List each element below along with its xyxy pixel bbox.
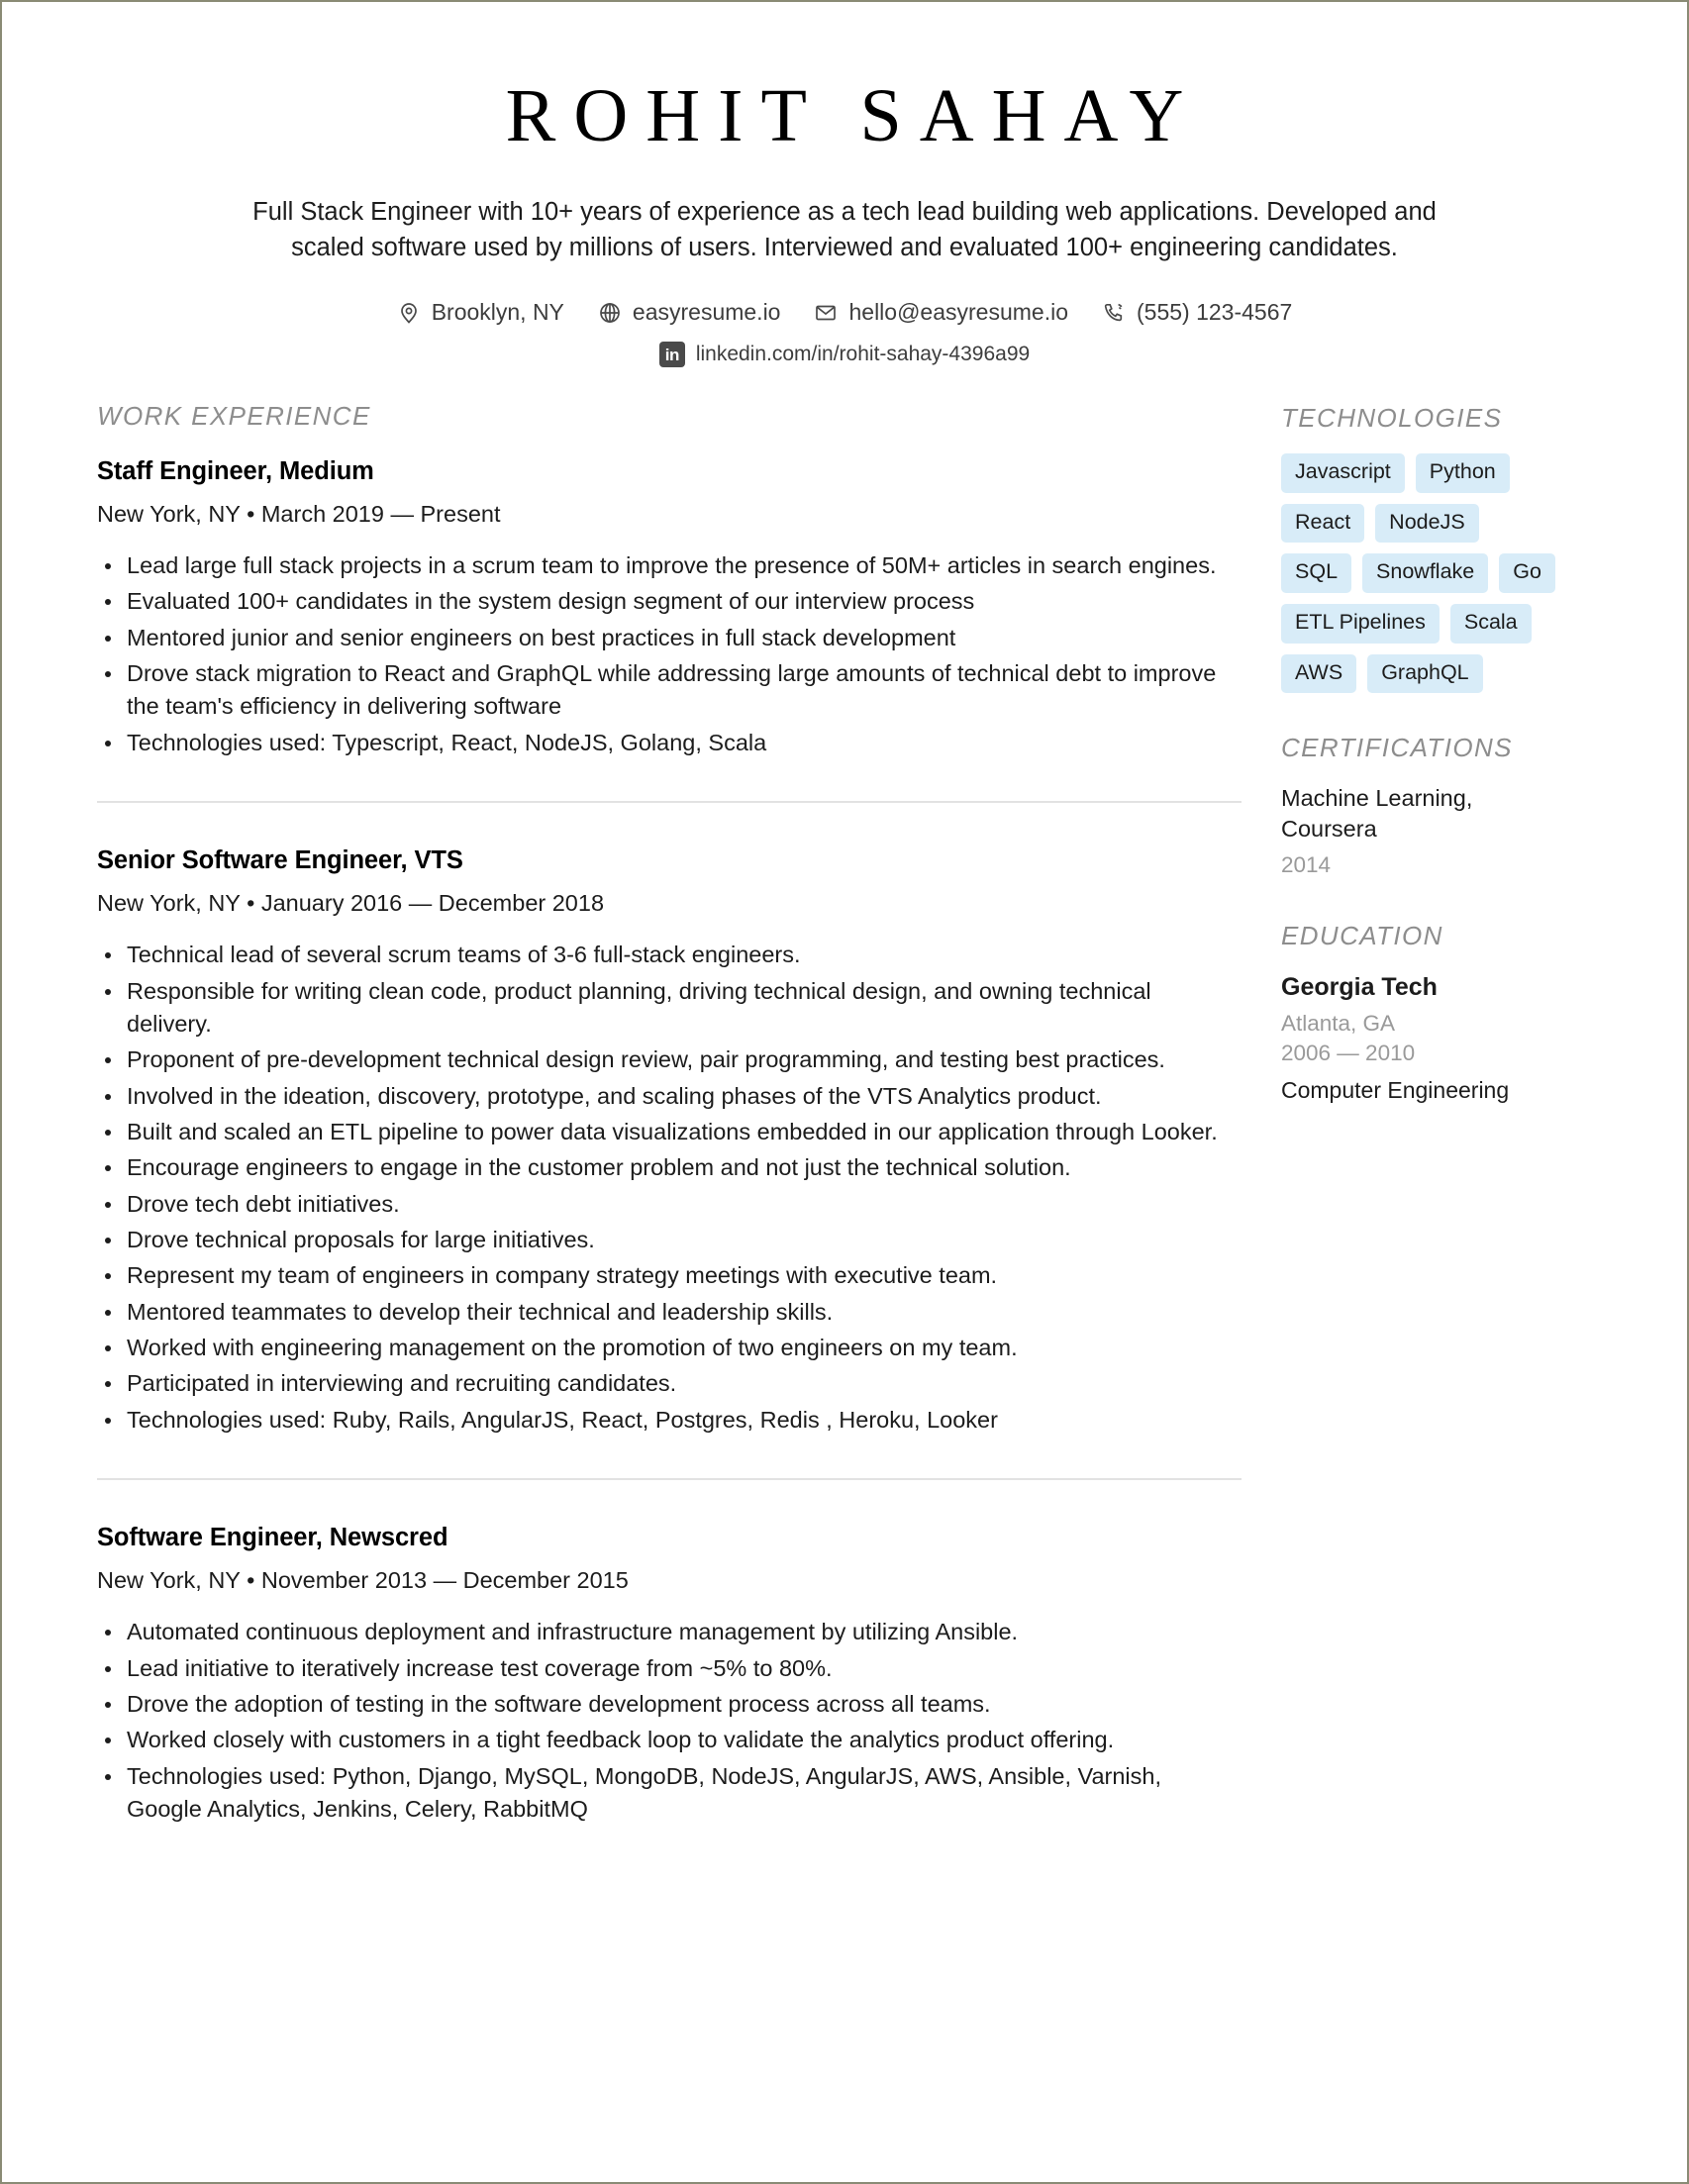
job-bullet: Represent my team of engineers in compan…	[97, 1259, 1242, 1292]
job-bullet: Involved in the ideation, discovery, pro…	[97, 1080, 1242, 1113]
job-bullet-list: Lead large full stack projects in a scru…	[97, 549, 1242, 759]
technology-tag[interactable]: Javascript	[1281, 453, 1405, 493]
job-title: Senior Software Engineer, VTS	[97, 846, 463, 875]
job-bullet: Mentored junior and senior engineers on …	[97, 622, 1242, 654]
job-title: Software Engineer, Newscred	[97, 1524, 448, 1552]
job-meta: New York, NY • January 2016 — December 2…	[97, 890, 605, 917]
job-bullet: Mentored teammates to develop their tech…	[97, 1296, 1242, 1329]
section-heading-work-experience: WORK EXPERIENCE	[97, 401, 371, 431]
resume-body: WORK EXPERIENCE Staff Engineer, Medium N…	[97, 401, 1592, 1829]
job-bullet: Drove tech debt initiatives.	[97, 1188, 1242, 1221]
technology-tag[interactable]: React	[1281, 503, 1365, 544]
contact-website-label: easyresume.io	[632, 299, 781, 325]
contact-location[interactable]: Brooklyn, NY	[397, 299, 564, 326]
page-title: ROHIT SAHAY	[505, 74, 1202, 157]
contact-location-label: Brooklyn, NY	[431, 299, 564, 325]
technology-tag[interactable]: Snowflake	[1362, 553, 1489, 593]
contact-website[interactable]: easyresume.io	[598, 299, 781, 326]
contact-linkedin[interactable]: in linkedin.com/in/rohit-sahay-4396a99	[658, 342, 1031, 367]
technology-tag-list: Javascript Python React NodeJS SQL Snowf…	[1281, 453, 1556, 694]
technology-tag[interactable]: AWS	[1281, 653, 1357, 694]
job-bullet: Worked with engineering management on th…	[97, 1332, 1242, 1364]
job-bullet: Technologies used: Typescript, React, No…	[97, 727, 1242, 759]
globe-icon	[598, 301, 622, 325]
job-bullet: Technical lead of several scrum teams of…	[97, 939, 1242, 971]
summary-text: Full Stack Engineer with 10+ years of ex…	[252, 197, 1437, 261]
job-entry: Staff Engineer, Medium New York, NY • Ma…	[97, 457, 1242, 759]
contact-linkedin-label: linkedin.com/in/rohit-sahay-4396a99	[695, 343, 1031, 365]
job-bullet-list: Automated continuous deployment and infr…	[97, 1616, 1242, 1826]
contact-email-label: hello@easyresume.io	[848, 299, 1068, 325]
job-divider	[97, 1478, 1242, 1481]
job-meta: New York, NY • November 2013 — December …	[97, 1567, 629, 1594]
job-title: Staff Engineer, Medium	[97, 457, 374, 485]
section-heading-technologies: TECHNOLOGIES	[1281, 403, 1503, 433]
technology-tag[interactable]: NodeJS	[1375, 503, 1479, 544]
job-divider	[97, 801, 1242, 804]
education-years: 2006 — 2010	[1281, 1041, 1416, 1066]
job-bullet: Automated continuous deployment and infr…	[97, 1616, 1242, 1648]
section-heading-certifications: CERTIFICATIONS	[1281, 733, 1513, 763]
sidebar-section-technologies: TECHNOLOGIES Javascript Python React Nod…	[1281, 403, 1556, 694]
job-meta: New York, NY • March 2019 — Present	[97, 501, 501, 527]
job-entry: Senior Software Engineer, VTS New York, …	[97, 846, 1242, 1437]
job-bullet: Built and scaled an ETL pipeline to powe…	[97, 1116, 1242, 1148]
sidebar-section-education: EDUCATION Georgia Tech Atlanta, GA 2006 …	[1281, 921, 1556, 1106]
job-bullet: Drove stack migration to React and Graph…	[97, 657, 1242, 724]
job-bullet: Evaluated 100+ candidates in the system …	[97, 585, 1242, 618]
job-bullet: Technologies used: Ruby, Rails, AngularJ…	[97, 1404, 1242, 1437]
job-bullet: Drove technical proposals for large init…	[97, 1224, 1242, 1256]
education-location: Atlanta, GA	[1281, 1010, 1396, 1036]
technology-tag[interactable]: Scala	[1449, 603, 1532, 644]
education-degree: Computer Engineering	[1281, 1077, 1510, 1104]
contact-row: Brooklyn, NY easyresume.io hello@easyres…	[97, 299, 1592, 326]
technology-tag[interactable]: SQL	[1281, 553, 1352, 593]
job-bullet: Drove the adoption of testing in the sof…	[97, 1688, 1242, 1721]
sidebar-section-certifications: CERTIFICATIONS Machine Learning, Courser…	[1281, 733, 1556, 881]
map-pin-icon	[397, 301, 421, 325]
job-entry: Software Engineer, Newscred New York, NY…	[97, 1524, 1242, 1826]
resume-page: ROHIT SAHAY Full Stack Engineer with 10+…	[0, 0, 1689, 2184]
contact-phone[interactable]: (555) 123-4567	[1102, 299, 1292, 326]
phone-icon	[1102, 301, 1126, 325]
technology-tag[interactable]: Go	[1499, 553, 1555, 593]
technology-tag[interactable]: GraphQL	[1367, 653, 1483, 694]
section-heading-education: EDUCATION	[1281, 920, 1443, 950]
certification-year: 2014	[1281, 852, 1332, 878]
job-bullet: Lead initiative to iteratively increase …	[97, 1652, 1242, 1685]
technology-tag[interactable]: Python	[1415, 453, 1510, 493]
contact-email[interactable]: hello@easyresume.io	[814, 299, 1068, 326]
technology-tag[interactable]: ETL Pipelines	[1281, 603, 1440, 644]
job-bullet: Responsible for writing clean code, prod…	[97, 975, 1242, 1042]
job-bullet: Technologies used: Python, Django, MySQL…	[97, 1760, 1242, 1827]
contact-linkedin-row: in linkedin.com/in/rohit-sahay-4396a99	[97, 342, 1592, 367]
sidebar-column: TECHNOLOGIES Javascript Python React Nod…	[1281, 401, 1556, 1145]
certification-name: Machine Learning, Coursera	[1281, 785, 1473, 843]
job-bullet: Encourage engineers to engage in the cus…	[97, 1151, 1242, 1184]
contact-phone-label: (555) 123-4567	[1137, 299, 1293, 325]
envelope-icon	[814, 301, 838, 325]
linkedin-icon: in	[658, 342, 685, 367]
job-bullet: Lead large full stack projects in a scru…	[97, 549, 1242, 582]
job-bullet: Participated in interviewing and recruit…	[97, 1367, 1242, 1400]
resume-header: ROHIT SAHAY Full Stack Engineer with 10+…	[97, 74, 1592, 367]
work-experience-column: WORK EXPERIENCE Staff Engineer, Medium N…	[97, 401, 1281, 1829]
education-school: Georgia Tech	[1281, 972, 1438, 1001]
job-bullet: Proponent of pre-development technical d…	[97, 1043, 1242, 1076]
job-bullet: Worked closely with customers in a tight…	[97, 1724, 1242, 1756]
job-bullet-list: Technical lead of several scrum teams of…	[97, 939, 1242, 1437]
